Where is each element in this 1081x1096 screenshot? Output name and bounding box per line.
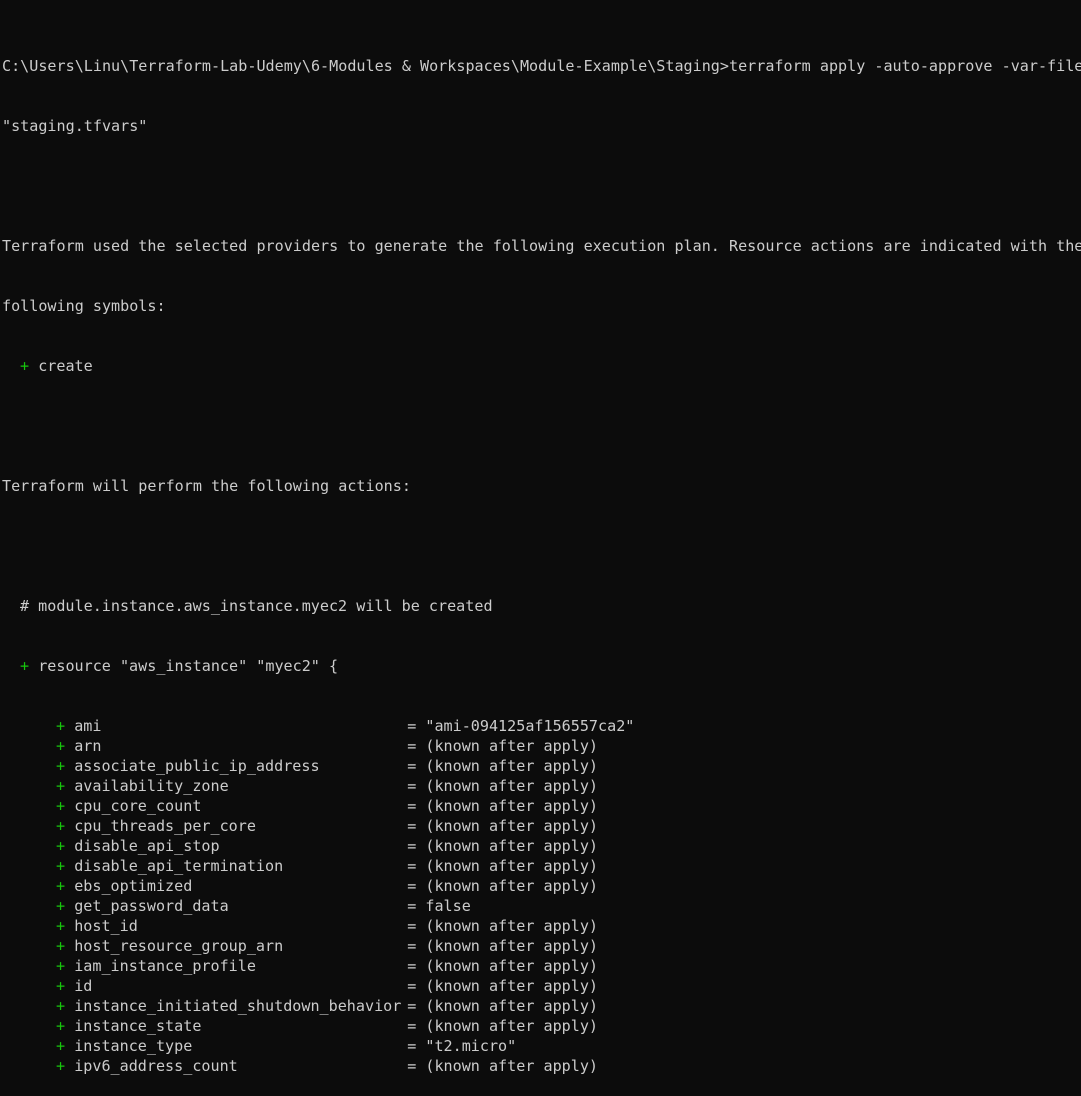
- intro-line-2: following symbols:: [2, 297, 166, 315]
- attribute-value: = (known after apply): [407, 777, 599, 795]
- plus-icon: +: [56, 1017, 66, 1035]
- attribute-name: cpu_core_count: [74, 797, 202, 815]
- attribute-name: instance_state: [74, 1017, 202, 1035]
- attribute-value: = (known after apply): [407, 957, 599, 975]
- plus-icon: +: [56, 877, 66, 895]
- attribute-row: + id = (known after apply): [2, 976, 1081, 996]
- attribute-value: = (known after apply): [407, 757, 599, 775]
- plus-icon: +: [20, 357, 30, 375]
- plus-icon: +: [56, 757, 66, 775]
- intro-line-1: Terraform used the selected providers to…: [2, 237, 1081, 255]
- attribute-name: disable_api_stop: [74, 837, 220, 855]
- attribute-list: + ami = "ami-094125af156557ca2" + arn = (kn…: [2, 716, 1081, 1076]
- plus-icon: +: [56, 1057, 66, 1075]
- attribute-name: ipv6_address_count: [74, 1057, 238, 1075]
- attribute-name: id: [74, 977, 93, 995]
- attribute-value: = (known after apply): [407, 817, 599, 835]
- attribute-value: = (known after apply): [407, 1017, 599, 1035]
- plus-icon: +: [56, 937, 66, 955]
- attribute-row: + associate_public_ip_address = (known af…: [2, 756, 1081, 776]
- attribute-row: + cpu_core_count = (known after apply): [2, 796, 1081, 816]
- plus-icon: +: [56, 797, 66, 815]
- attribute-row: + instance_state = (known after apply): [2, 1016, 1081, 1036]
- plus-icon: +: [56, 897, 66, 915]
- plus-icon: +: [56, 837, 66, 855]
- attribute-name: disable_api_termination: [74, 857, 284, 875]
- attribute-value: = (known after apply): [407, 857, 599, 875]
- attribute-row: + cpu_threads_per_core = (known after app…: [2, 816, 1081, 836]
- attribute-name: instance_type: [74, 1037, 193, 1055]
- attribute-row: + host_id = (known after apply): [2, 916, 1081, 936]
- plus-icon: +: [56, 857, 66, 875]
- attribute-name: host_resource_group_arn: [74, 937, 284, 955]
- prompt-path: C:\Users\Linu\Terraform-Lab-Udemy\6-Modu…: [2, 57, 729, 75]
- attribute-value: = (known after apply): [407, 1057, 599, 1075]
- attribute-value: = (known after apply): [407, 997, 599, 1015]
- attribute-name: iam_instance_profile: [74, 957, 256, 975]
- attribute-value: = (known after apply): [407, 877, 599, 895]
- plus-icon: +: [56, 717, 66, 735]
- symbol-legend: + create: [2, 356, 1081, 376]
- attribute-row: + iam_instance_profile = (known after app…: [2, 956, 1081, 976]
- attribute-row: + ipv6_address_count = (known after apply…: [2, 1056, 1081, 1076]
- attribute-row: + host_resource_group_arn = (known after …: [2, 936, 1081, 956]
- attribute-row: + availability_zone = (known after apply): [2, 776, 1081, 796]
- attribute-name: ebs_optimized: [74, 877, 193, 895]
- attribute-name: host_id: [74, 917, 138, 935]
- attribute-value: = (known after apply): [407, 797, 599, 815]
- attribute-row: + ami = "ami-094125af156557ca2": [2, 716, 1081, 736]
- attribute-name: cpu_threads_per_core: [74, 817, 256, 835]
- plus-icon: +: [56, 917, 66, 935]
- plus-icon: +: [56, 1037, 66, 1055]
- resource-declaration-text: resource "aws_instance" "myec2" {: [38, 657, 339, 675]
- symbol-legend-label: create: [38, 357, 93, 375]
- plus-icon: +: [56, 817, 66, 835]
- attribute-value: = "t2.micro": [407, 1037, 517, 1055]
- command-line-continued: "staging.tfvars": [2, 117, 148, 135]
- resource-comment: # module.instance.aws_instance.myec2 wil…: [20, 597, 493, 615]
- terminal-output[interactable]: C:\Users\Linu\Terraform-Lab-Udemy\6-Modu…: [2, 16, 1081, 1096]
- plus-icon: +: [20, 657, 30, 675]
- plus-icon: +: [56, 957, 66, 975]
- attribute-name: availability_zone: [74, 777, 229, 795]
- attribute-row: + ebs_optimized = (known after apply): [2, 876, 1081, 896]
- plus-icon: +: [56, 737, 66, 755]
- attribute-value: = false: [407, 897, 471, 915]
- plus-icon: +: [56, 997, 66, 1015]
- plus-icon: +: [56, 977, 66, 995]
- plus-icon: +: [56, 777, 66, 795]
- actions-header: Terraform will perform the following act…: [2, 477, 411, 495]
- attribute-value: = (known after apply): [407, 737, 599, 755]
- command-line: C:\Users\Linu\Terraform-Lab-Udemy\6-Modu…: [2, 56, 1081, 76]
- attribute-name: associate_public_ip_address: [74, 757, 320, 775]
- attribute-row: + arn = (known after apply): [2, 736, 1081, 756]
- command-text: terraform apply -auto-approve -var-file=: [728, 57, 1081, 75]
- resource-declaration: + resource "aws_instance" "myec2" {: [2, 656, 1081, 676]
- attribute-value: = (known after apply): [407, 977, 599, 995]
- attribute-name: ami: [74, 717, 102, 735]
- attribute-row: + disable_api_termination = (known after …: [2, 856, 1081, 876]
- attribute-name: instance_initiated_shutdown_behavior: [74, 997, 402, 1015]
- attribute-value: = (known after apply): [407, 937, 599, 955]
- attribute-row: + instance_initiated_shutdown_behavior = …: [2, 996, 1081, 1016]
- attribute-value: = (known after apply): [407, 917, 599, 935]
- attribute-value: = "ami-094125af156557ca2": [407, 717, 635, 735]
- attribute-name: arn: [74, 737, 102, 755]
- attribute-value: = (known after apply): [407, 837, 599, 855]
- attribute-row: + get_password_data = false: [2, 896, 1081, 916]
- attribute-row: + disable_api_stop = (known after apply): [2, 836, 1081, 856]
- attribute-name: get_password_data: [74, 897, 229, 915]
- attribute-row: + instance_type = "t2.micro": [2, 1036, 1081, 1056]
